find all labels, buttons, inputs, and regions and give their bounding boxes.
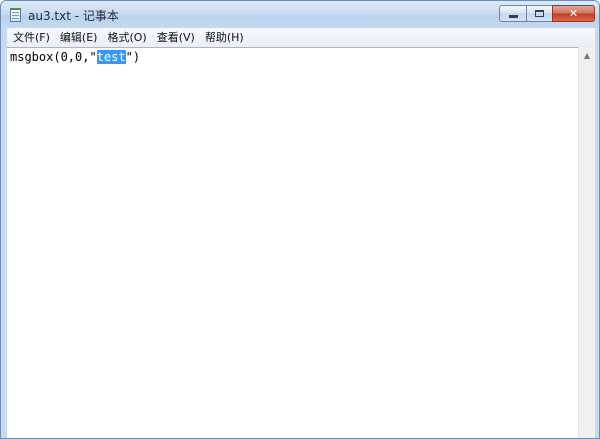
menu-help[interactable]: 帮助(H) (200, 28, 249, 47)
notepad-window: au3.txt - 记事本 ✕ 文件(F) 编辑(E) 格式(O) 查看(V) … (0, 0, 600, 439)
menu-view[interactable]: 查看(V) (152, 28, 200, 47)
text-editor[interactable]: msgbox(0,0,"test") (7, 47, 578, 438)
window-frame-right (595, 28, 599, 438)
menu-bar: 文件(F) 编辑(E) 格式(O) 查看(V) 帮助(H) (7, 28, 595, 47)
close-button[interactable]: ✕ (552, 5, 595, 22)
notepad-icon[interactable] (10, 8, 21, 22)
window-title: au3.txt - 记事本 (28, 9, 119, 23)
title-bar[interactable]: au3.txt - 记事本 ✕ (1, 1, 599, 29)
minimize-button[interactable] (499, 5, 526, 22)
editor-text-before: msgbox(0,0," (10, 50, 97, 64)
menu-file[interactable]: 文件(F) (7, 28, 55, 47)
caption-buttons: ✕ (499, 5, 595, 23)
maximize-icon (535, 10, 544, 17)
scroll-up-button[interactable]: ▲ (579, 47, 595, 63)
menu-edit[interactable]: 编辑(E) (55, 28, 103, 47)
up-arrow-icon: ▲ (583, 50, 591, 60)
editor-text-after: ") (125, 50, 141, 64)
menu-format[interactable]: 格式(O) (102, 28, 151, 47)
maximize-button[interactable] (526, 5, 552, 22)
vertical-scrollbar[interactable]: ▲ (578, 47, 595, 438)
selected-text: test (96, 50, 126, 64)
close-icon: ✕ (568, 7, 579, 20)
minimize-icon (508, 14, 518, 18)
